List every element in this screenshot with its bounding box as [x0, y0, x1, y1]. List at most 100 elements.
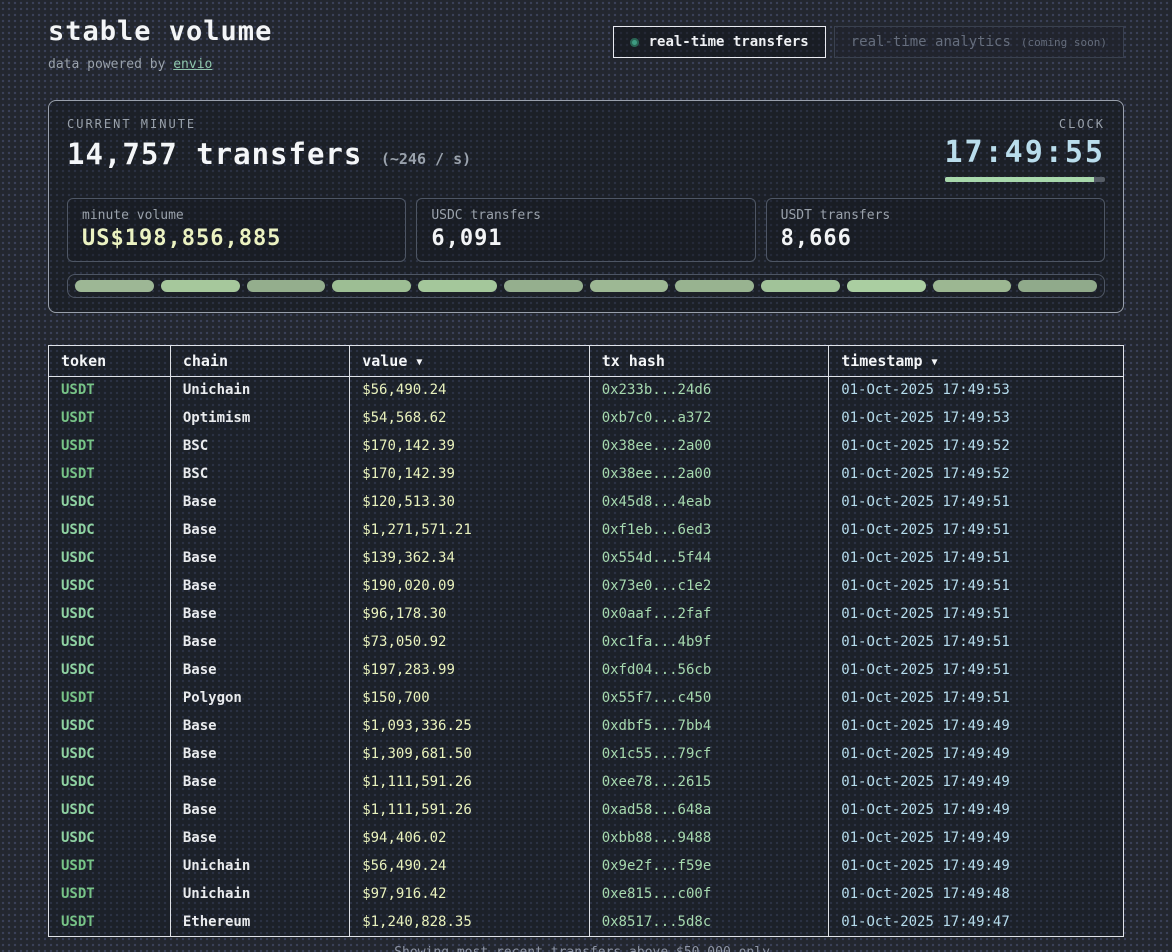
header: stable volume data powered by envio real… [48, 16, 1124, 72]
table-header-row: tokenchainvalue ▼tx hashtimestamp ▼ [49, 346, 1123, 376]
cell-chain: Base [170, 600, 349, 628]
cell-tx-hash[interactable]: 0x0aaf...2faf [589, 600, 829, 628]
stat-value: 6,091 [431, 226, 740, 251]
table-row: USDTBSC$170,142.390x38ee...2a0001-Oct-20… [49, 460, 1123, 488]
cell-timestamp: 01-Oct-2025 17:49:51 [829, 544, 1123, 572]
cell-tx-hash[interactable]: 0x45d8...4eab [589, 488, 829, 516]
cell-tx-hash[interactable]: 0x55f7...c450 [589, 684, 829, 712]
column-header-token[interactable]: token [49, 346, 170, 376]
cell-chain: Base [170, 544, 349, 572]
activity-segment [418, 280, 497, 292]
cell-tx-hash[interactable]: 0x9e2f...f59e [589, 852, 829, 880]
cell-chain: Base [170, 824, 349, 852]
cell-timestamp: 01-Oct-2025 17:49:49 [829, 768, 1123, 796]
cell-token: USDC [49, 600, 170, 628]
cell-value: $1,309,681.50 [350, 740, 590, 768]
powered-by: data powered by envio [48, 57, 272, 72]
clock-time: 17:49:55 [945, 135, 1106, 170]
cell-chain: BSC [170, 432, 349, 460]
table-row: USDCBase$139,362.340x554d...5f4401-Oct-2… [49, 544, 1123, 572]
stat-box-usdt-transfers: USDT transfers 8,666 [766, 198, 1105, 262]
cell-token: USDT [49, 404, 170, 432]
activity-segment [504, 280, 583, 292]
cell-tx-hash[interactable]: 0xdbf5...7bb4 [589, 712, 829, 740]
activity-segment [247, 280, 326, 292]
cell-tx-hash[interactable]: 0xfd04...56cb [589, 656, 829, 684]
table-row: USDCBase$120,513.300x45d8...4eab01-Oct-2… [49, 488, 1123, 516]
cell-value: $1,240,828.35 [350, 908, 590, 936]
tab-real-time-analytics[interactable]: real-time analytics (coming soon) [834, 26, 1124, 58]
table-row: USDTEthereum$1,240,828.350x8517...5d8c01… [49, 908, 1123, 936]
cell-token: USDC [49, 712, 170, 740]
cell-chain: Unichain [170, 376, 349, 404]
cell-tx-hash[interactable]: 0x73e0...c1e2 [589, 572, 829, 600]
cell-tx-hash[interactable]: 0x554d...5f44 [589, 544, 829, 572]
cell-value: $120,513.30 [350, 488, 590, 516]
panel-top-row: CURRENT MINUTE 14,757 transfers (~246 / … [67, 117, 1105, 182]
cell-token: USDC [49, 628, 170, 656]
cell-tx-hash[interactable]: 0x38ee...2a00 [589, 460, 829, 488]
column-header-tx-hash[interactable]: tx hash [589, 346, 829, 376]
cell-value: $170,142.39 [350, 432, 590, 460]
table-row: USDTUnichain$56,490.240x9e2f...f59e01-Oc… [49, 852, 1123, 880]
cell-tx-hash[interactable]: 0x233b...24d6 [589, 376, 829, 404]
page-title: stable volume [48, 16, 272, 47]
activity-segment [332, 280, 411, 292]
cell-tx-hash[interactable]: 0xe815...c00f [589, 880, 829, 908]
cell-timestamp: 01-Oct-2025 17:49:49 [829, 712, 1123, 740]
cell-tx-hash[interactable]: 0xad58...648a [589, 796, 829, 824]
stat-label: USDC transfers [431, 208, 740, 223]
cell-tx-hash[interactable]: 0x38ee...2a00 [589, 432, 829, 460]
cell-tx-hash[interactable]: 0xf1eb...6ed3 [589, 516, 829, 544]
current-minute-label: CURRENT MINUTE [67, 117, 471, 131]
tab-label: real-time analytics [851, 34, 1011, 50]
cell-timestamp: 01-Oct-2025 17:49:51 [829, 684, 1123, 712]
transfers-count: 14,757 transfers [67, 137, 362, 171]
table-row: USDCBase$94,406.020xbb88...948801-Oct-20… [49, 824, 1123, 852]
cell-tx-hash[interactable]: 0x1c55...79cf [589, 740, 829, 768]
table-row: USDCBase$1,271,571.210xf1eb...6ed301-Oct… [49, 516, 1123, 544]
cell-chain: Base [170, 796, 349, 824]
cell-token: USDT [49, 852, 170, 880]
cell-tx-hash[interactable]: 0xee78...2615 [589, 768, 829, 796]
column-header-timestamp[interactable]: timestamp ▼ [829, 346, 1123, 376]
cell-timestamp: 01-Oct-2025 17:49:51 [829, 488, 1123, 516]
table-row: USDTBSC$170,142.390x38ee...2a0001-Oct-20… [49, 432, 1123, 460]
current-minute-panel: CURRENT MINUTE 14,757 transfers (~246 / … [48, 100, 1124, 313]
cell-tx-hash[interactable]: 0x8517...5d8c [589, 908, 829, 936]
stat-boxes: minute volume US$198,856,885 USDC transf… [67, 198, 1105, 262]
sort-desc-icon: ▼ [416, 357, 422, 368]
cell-value: $54,568.62 [350, 404, 590, 432]
cell-timestamp: 01-Oct-2025 17:49:47 [829, 908, 1123, 936]
cell-timestamp: 01-Oct-2025 17:49:49 [829, 740, 1123, 768]
table-row: USDCBase$1,309,681.500x1c55...79cf01-Oct… [49, 740, 1123, 768]
column-header-chain[interactable]: chain [170, 346, 349, 376]
cell-value: $1,111,591.26 [350, 768, 590, 796]
transfers-table: tokenchainvalue ▼tx hashtimestamp ▼ USDT… [48, 345, 1124, 937]
cell-tx-hash[interactable]: 0xc1fa...4b9f [589, 628, 829, 656]
cell-chain: Base [170, 656, 349, 684]
cell-timestamp: 01-Oct-2025 17:49:49 [829, 796, 1123, 824]
table-row: USDCBase$1,093,336.250xdbf5...7bb401-Oct… [49, 712, 1123, 740]
cell-tx-hash[interactable]: 0xbb88...9488 [589, 824, 829, 852]
live-dot-icon [630, 38, 639, 47]
cell-chain: Optimism [170, 404, 349, 432]
transfers-rate: (~246 / s) [381, 150, 471, 168]
stat-value: 8,666 [781, 226, 1090, 251]
envio-link[interactable]: envio [173, 57, 212, 72]
activity-segment [161, 280, 240, 292]
cell-token: USDC [49, 572, 170, 600]
cell-value: $150,700 [350, 684, 590, 712]
table-row: USDCBase$1,111,591.260xee78...261501-Oct… [49, 768, 1123, 796]
tab-label: real-time transfers [649, 34, 809, 50]
activity-segment [933, 280, 1012, 292]
activity-segment [847, 280, 926, 292]
sort-desc-icon: ▼ [932, 357, 938, 368]
cell-tx-hash[interactable]: 0xb7c0...a372 [589, 404, 829, 432]
table-row: USDCBase$190,020.090x73e0...c1e201-Oct-2… [49, 572, 1123, 600]
column-header-value[interactable]: value ▼ [350, 346, 590, 376]
tab-real-time-transfers[interactable]: real-time transfers [613, 26, 826, 58]
table-row: USDTUnichain$97,916.420xe815...c00f01-Oc… [49, 880, 1123, 908]
cell-chain: Base [170, 488, 349, 516]
cell-token: USDC [49, 768, 170, 796]
